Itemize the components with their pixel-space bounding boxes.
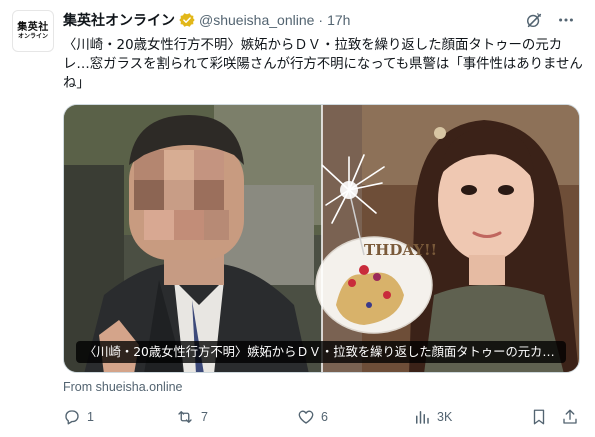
repost-button[interactable]: 7 bbox=[175, 405, 208, 429]
tweet-actions: 1 7 6 3K bbox=[63, 405, 583, 429]
media-photo: THDAY!! bbox=[64, 105, 579, 372]
repost-count: 7 bbox=[201, 410, 208, 424]
media-card[interactable]: THDAY!! 〈川崎・20歳女性行方不明〉嫉妬からＤＶ・拉致を繰り返した顔面タ… bbox=[63, 104, 580, 373]
repost-icon bbox=[178, 411, 192, 423]
avatar-logo-line2: オンライン bbox=[17, 32, 48, 40]
views-count: 3K bbox=[437, 410, 453, 424]
reply-icon bbox=[65, 410, 79, 425]
tweet-header: 集英社オンライン @shueisha_online · 17h bbox=[63, 9, 350, 31]
avatar[interactable]: 集英社 オンライン bbox=[12, 10, 54, 52]
tweet-card[interactable]: 集英社 オンライン 集英社オンライン @shueisha_online · 17… bbox=[0, 0, 595, 437]
share-icon bbox=[563, 409, 577, 424]
like-button[interactable]: 6 bbox=[297, 405, 328, 429]
more-icon[interactable] bbox=[557, 11, 575, 29]
verified-badge-icon bbox=[179, 13, 195, 27]
header-actions bbox=[525, 11, 575, 29]
account-handle[interactable]: @shueisha_online bbox=[199, 12, 314, 28]
avatar-logo-line1: 集英社 bbox=[17, 21, 49, 33]
reply-button[interactable]: 1 bbox=[63, 405, 94, 429]
like-count: 6 bbox=[321, 410, 328, 424]
separator-dot: · bbox=[318, 12, 324, 28]
media-caption: 〈川崎・20歳女性行方不明〉嫉妬からＤＶ・拉致を繰り返した顔面タトゥーの元カレ… bbox=[76, 341, 566, 363]
cake-message: THDAY!! bbox=[364, 241, 437, 259]
timestamp[interactable]: 17h bbox=[327, 12, 350, 28]
bookmark-icon bbox=[533, 409, 545, 425]
bookmark-button[interactable] bbox=[530, 405, 548, 429]
views-icon bbox=[416, 411, 429, 424]
account-name[interactable]: 集英社オンライン bbox=[63, 10, 175, 30]
views-button[interactable]: 3K bbox=[413, 405, 452, 429]
link-source[interactable]: From shueisha.online bbox=[63, 380, 183, 394]
grok-icon[interactable] bbox=[525, 11, 543, 29]
tweet-text: 〈川崎・20歳女性行方不明〉嫉妬からＤＶ・拉致を繰り返した顔面タトゥーの元カレ…… bbox=[63, 38, 583, 91]
reply-count: 1 bbox=[87, 410, 94, 424]
share-button[interactable] bbox=[561, 405, 579, 429]
like-icon bbox=[298, 410, 314, 424]
